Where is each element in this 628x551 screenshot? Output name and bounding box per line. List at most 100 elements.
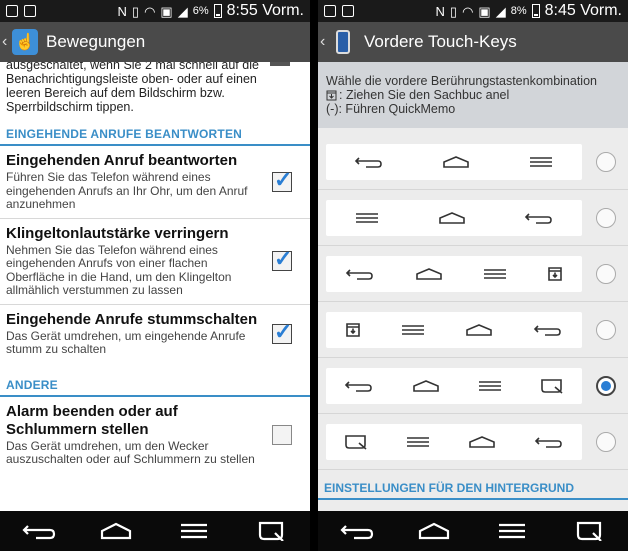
phone-keys-icon <box>330 29 356 55</box>
home-icon <box>464 323 494 337</box>
sim-icon: ▣ <box>478 3 491 19</box>
nav-back-button[interactable] <box>337 516 377 546</box>
key-combination-radio[interactable] <box>596 319 616 340</box>
home-icon <box>419 522 450 540</box>
wifi-icon: ◠ <box>144 3 156 19</box>
right-screen: N ▯ ◠ ▣ ◢ 8% 8:45 Vorm. ‹ Vordere Touch-… <box>318 0 628 551</box>
vibrate-icon: ▯ <box>449 3 458 19</box>
menu-icon <box>498 523 525 539</box>
back-chevron-icon[interactable]: ‹ <box>2 33 12 51</box>
key-preview-strip <box>326 255 582 292</box>
battery-icon <box>531 4 540 18</box>
back-icon <box>354 155 384 169</box>
navigation-bar <box>318 511 628 551</box>
battery-percent: 6% <box>192 5 209 17</box>
notification-panel-icon <box>326 90 337 100</box>
instruction-line: Wähle die vordere Berührungstastenkombin… <box>326 74 597 88</box>
key-combination-list <box>318 134 628 470</box>
menu-icon <box>180 523 207 539</box>
setting-description: Das Gerät umdrehen, um eingehende Anrufe… <box>6 328 246 356</box>
setting-title: Eingehende Anrufe stummschalten <box>6 310 258 328</box>
email-icon <box>6 5 18 17</box>
signal-icon: ◢ <box>177 3 188 19</box>
nfc-icon: N <box>435 3 445 19</box>
back-icon <box>533 323 563 337</box>
back-icon <box>22 525 55 540</box>
setting-title: Eingehenden Anruf beantworten <box>6 152 238 169</box>
setting-alarm-snooze[interactable]: Alarm beenden oder auf Schlummern stelle… <box>0 397 310 473</box>
home-icon <box>411 379 441 393</box>
alarm-snooze-checkbox[interactable] <box>272 424 292 445</box>
key-combination-radio[interactable] <box>596 263 616 284</box>
key-combination-row[interactable] <box>318 134 628 190</box>
home-icon <box>441 155 471 169</box>
clock: 8:55 Vorm. <box>226 2 304 19</box>
menu-icon <box>528 156 554 168</box>
clock: 8:45 Vorm. <box>544 2 622 19</box>
gesture-app-icon: ☝ <box>12 29 38 55</box>
menu-icon <box>405 436 431 448</box>
action-bar: ‹ ☝ Bewegungen <box>0 22 310 62</box>
quickmemo-icon <box>577 521 603 541</box>
back-icon <box>340 525 373 540</box>
nav-home-button[interactable] <box>414 516 454 546</box>
battery-icon <box>213 4 222 18</box>
back-icon <box>534 435 564 449</box>
key-combination-radio[interactable] <box>596 151 616 172</box>
continued-description: ausgeschaltet, wenn Sie 2 mal schnell au… <box>6 62 259 114</box>
key-combination-row[interactable] <box>318 358 628 414</box>
notification-panel-icon <box>547 266 563 282</box>
vibrate-icon: ▯ <box>131 3 140 19</box>
key-combination-radio[interactable] <box>596 375 616 396</box>
nav-menu-button[interactable] <box>492 516 532 546</box>
setting-reduce-ringtone[interactable]: Klingeltonlautstärke verringern Nehmen S… <box>0 219 310 305</box>
setting-description: Das Gerät umdrehen, um den Wecker auszus… <box>6 438 255 466</box>
nav-home-button[interactable] <box>96 516 136 546</box>
instruction-line-quickmemo: (-): Führen QuickMemo <box>326 102 456 116</box>
section-header-incoming-calls: EINGEHENDE ANRUFE BEANTWORTEN <box>0 124 310 146</box>
back-icon <box>524 211 554 225</box>
sim-icon: ▣ <box>160 3 173 19</box>
back-icon <box>344 379 374 393</box>
nav-back-button[interactable] <box>19 516 59 546</box>
key-combination-radio[interactable] <box>596 207 616 228</box>
key-combination-row[interactable] <box>318 414 628 470</box>
key-combination-radio[interactable] <box>596 431 616 452</box>
home-icon <box>437 211 467 225</box>
setting-mute-calls[interactable]: Eingehende Anrufe stummschalten Das Gerä… <box>0 305 310 363</box>
reduce-ringtone-checkbox[interactable] <box>272 246 292 272</box>
left-screen: N ▯ ◠ ▣ ◢ 6% 8:55 Vorm. ‹ ☝ Bewegungen a… <box>0 0 310 551</box>
key-preview-strip <box>326 311 582 348</box>
checkbox-stub <box>270 62 290 66</box>
setting-description: Führen Sie das Telefon während eines ein… <box>6 170 248 211</box>
signal-icon: ◢ <box>495 3 506 19</box>
key-preview-strip <box>326 143 582 180</box>
nav-menu-button[interactable] <box>174 516 214 546</box>
quickmemo-icon <box>344 434 368 450</box>
menu-icon <box>400 324 426 336</box>
notification-panel-icon <box>345 322 361 338</box>
section-header-background: EINSTELLUNGEN FÜR DEN HINTERGRUND <box>318 478 628 500</box>
nav-quickmemo-button[interactable] <box>569 516 609 546</box>
back-chevron-icon[interactable]: ‹ <box>320 33 330 51</box>
key-preview-strip <box>326 367 582 404</box>
image-icon <box>24 5 36 17</box>
section-header-other: ANDERE <box>0 375 310 397</box>
instruction-box: Wähle die vordere Berührungstastenkombin… <box>318 62 628 128</box>
instruction-line-notification: : Ziehen Sie den Sachbuc anel <box>326 88 620 102</box>
setting-title: Klingeltonlautstärke verringern <box>6 224 229 242</box>
mute-calls-checkbox[interactable] <box>272 319 292 345</box>
setting-answer-call[interactable]: Eingehenden Anruf beantworten Führen Sie… <box>0 146 310 219</box>
setting-title: Alarm beenden oder auf Schlummern stelle… <box>6 402 178 438</box>
key-combination-row[interactable] <box>318 190 628 246</box>
status-bar: N ▯ ◠ ▣ ◢ 8% 8:45 Vorm. <box>318 0 628 22</box>
home-icon <box>414 267 444 281</box>
home-icon <box>467 435 497 449</box>
action-bar: ‹ Vordere Touch-Keys <box>318 22 628 62</box>
battery-percent: 8% <box>510 5 527 17</box>
answer-call-checkbox[interactable] <box>272 167 292 193</box>
quickmemo-icon <box>259 521 285 541</box>
key-combination-row[interactable] <box>318 246 628 302</box>
nav-quickmemo-button[interactable] <box>251 516 291 546</box>
key-combination-row[interactable] <box>318 302 628 358</box>
